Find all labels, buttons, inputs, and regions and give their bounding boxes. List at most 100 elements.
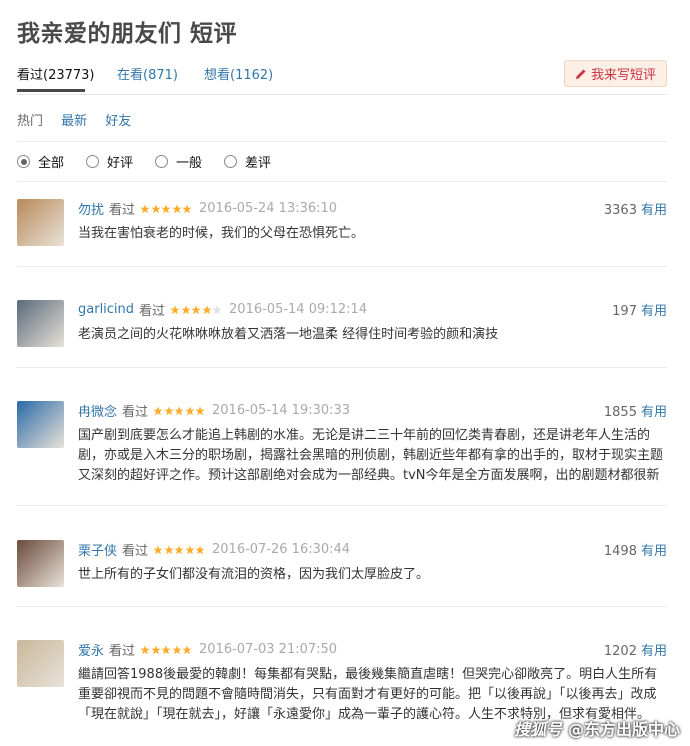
divider xyxy=(17,266,667,267)
star-filled-icon xyxy=(151,644,161,654)
rating-stars xyxy=(140,203,193,214)
filter-label: 差评 xyxy=(245,156,272,171)
radio-icon xyxy=(17,155,30,168)
filter-positive[interactable]: 好评 xyxy=(86,152,133,171)
watch-status: 看过 xyxy=(109,203,136,218)
star-filled-icon xyxy=(153,544,163,554)
star-filled-icon xyxy=(174,405,184,415)
star-filled-icon xyxy=(181,304,191,314)
star-filled-icon xyxy=(172,644,182,654)
divider xyxy=(17,141,667,142)
vote-count: 1498 有用 xyxy=(604,540,667,559)
watch-status: 看过 xyxy=(109,644,136,659)
star-filled-icon xyxy=(174,544,184,554)
tab-bar: 看过(23773) 在看(871) 想看(1162) 我来写短评 xyxy=(17,60,667,95)
star-filled-icon xyxy=(170,304,180,314)
active-tab-indicator xyxy=(17,89,85,92)
avatar[interactable] xyxy=(17,640,64,687)
divider xyxy=(17,606,667,607)
star-filled-icon xyxy=(182,644,193,654)
sort-friends[interactable]: 好友 xyxy=(105,114,131,129)
star-filled-icon xyxy=(151,203,161,213)
radio-icon xyxy=(224,155,238,168)
watermark-logo: 搜狐号 xyxy=(513,720,562,739)
vote-number: 1498 xyxy=(603,544,637,559)
divider xyxy=(17,181,667,182)
watch-status: 看过 xyxy=(122,405,149,420)
divider xyxy=(17,505,667,506)
write-review-label: 我来写短评 xyxy=(590,68,656,83)
comment-text: 老演员之间的火花咻咻咻放着又洒落一地温柔 经得住时间考验的颜和演技 xyxy=(78,327,499,342)
filter-all[interactable]: 全部 xyxy=(17,152,64,171)
watch-status: 看过 xyxy=(122,544,149,559)
vote-number: 1202 xyxy=(603,644,637,659)
rating-stars xyxy=(140,644,193,655)
star-filled-icon xyxy=(164,544,174,554)
username-link[interactable]: 冉微念 xyxy=(78,401,117,420)
vote-number: 3363 xyxy=(603,203,637,218)
radio-icon xyxy=(86,155,100,168)
rating-stars xyxy=(170,304,223,315)
star-filled-icon xyxy=(164,405,174,415)
username-link[interactable]: 栗子侠 xyxy=(78,540,117,559)
filter-label: 好评 xyxy=(107,156,134,171)
rating-stars xyxy=(153,405,206,416)
useful-button[interactable]: 有用 xyxy=(641,544,667,559)
vote-count: 3363 有用 xyxy=(604,199,667,218)
comment-time: 2016-05-24 13:36:10 xyxy=(199,201,338,216)
star-filled-icon xyxy=(140,644,150,654)
star-filled-icon xyxy=(195,544,206,554)
avatar[interactable] xyxy=(17,199,64,246)
filter-label: 一般 xyxy=(176,156,203,171)
star-filled-icon xyxy=(140,203,150,213)
divider xyxy=(17,367,667,368)
star-filled-icon xyxy=(191,304,201,314)
vote-count: 1855 有用 xyxy=(604,401,667,420)
star-filled-icon xyxy=(195,405,206,415)
avatar[interactable] xyxy=(17,540,64,587)
comment-time: 2016-05-14 19:30:33 xyxy=(212,403,351,418)
comment-meta: 栗子侠 看过 2016-07-26 16:30:44 xyxy=(78,540,350,559)
comment-meta: 冉微念 看过 2016-05-14 19:30:33 xyxy=(78,401,350,420)
comment-text: 当我在害怕衰老的时候，我们的父母在恐惧死亡。 xyxy=(78,226,365,241)
star-filled-icon xyxy=(182,203,193,213)
radio-icon xyxy=(155,155,169,168)
avatar[interactable] xyxy=(17,300,64,347)
sort-newest[interactable]: 最新 xyxy=(61,114,87,129)
sort-hot[interactable]: 热门 xyxy=(17,114,43,129)
watch-status: 看过 xyxy=(139,304,166,319)
comment-text: 世上所有的子女们都没有流泪的资格，因为我们太厚脸皮了。 xyxy=(78,567,430,582)
username-link[interactable]: garlicind xyxy=(78,302,134,317)
useful-button[interactable]: 有用 xyxy=(641,304,667,319)
username-link[interactable]: 爱永 xyxy=(78,640,104,659)
filter-neutral[interactable]: 一般 xyxy=(155,152,202,171)
star-filled-icon xyxy=(161,203,171,213)
page-title: 我亲爱的朋友们 短评 xyxy=(17,21,238,47)
avatar[interactable] xyxy=(17,401,64,448)
useful-button[interactable]: 有用 xyxy=(641,203,667,218)
star-filled-icon xyxy=(185,544,195,554)
filter-negative[interactable]: 差评 xyxy=(224,152,271,171)
rating-stars xyxy=(153,544,206,555)
comment-meta: 勿扰 看过 2016-05-24 13:36:10 xyxy=(78,199,337,218)
vote-count: 197 有用 xyxy=(612,300,667,319)
write-review-button[interactable]: 我来写短评 xyxy=(564,60,667,87)
star-filled-icon xyxy=(185,405,195,415)
vote-number: 197 xyxy=(612,304,637,319)
star-filled-icon xyxy=(172,203,182,213)
tab-want[interactable]: 想看(1162) xyxy=(204,64,273,83)
tab-seen[interactable]: 看过(23773) xyxy=(17,64,95,83)
watermark-text: @东方出版中心 xyxy=(567,720,680,739)
star-filled-icon xyxy=(202,304,212,314)
comment-time: 2016-07-03 21:07:50 xyxy=(199,642,338,657)
username-link[interactable]: 勿扰 xyxy=(78,199,104,218)
useful-button[interactable]: 有用 xyxy=(641,644,667,659)
pencil-icon xyxy=(575,69,586,79)
tab-watching[interactable]: 在看(871) xyxy=(117,64,178,83)
useful-button[interactable]: 有用 xyxy=(641,405,667,420)
filter-label: 全部 xyxy=(38,156,65,171)
star-empty-icon xyxy=(212,304,223,314)
comment-time: 2016-07-26 16:30:44 xyxy=(212,542,351,557)
rating-filter: 全部 好评 一般 差评 xyxy=(17,152,293,171)
comment-meta: 爱永 看过 2016-07-03 21:07:50 xyxy=(78,640,337,659)
